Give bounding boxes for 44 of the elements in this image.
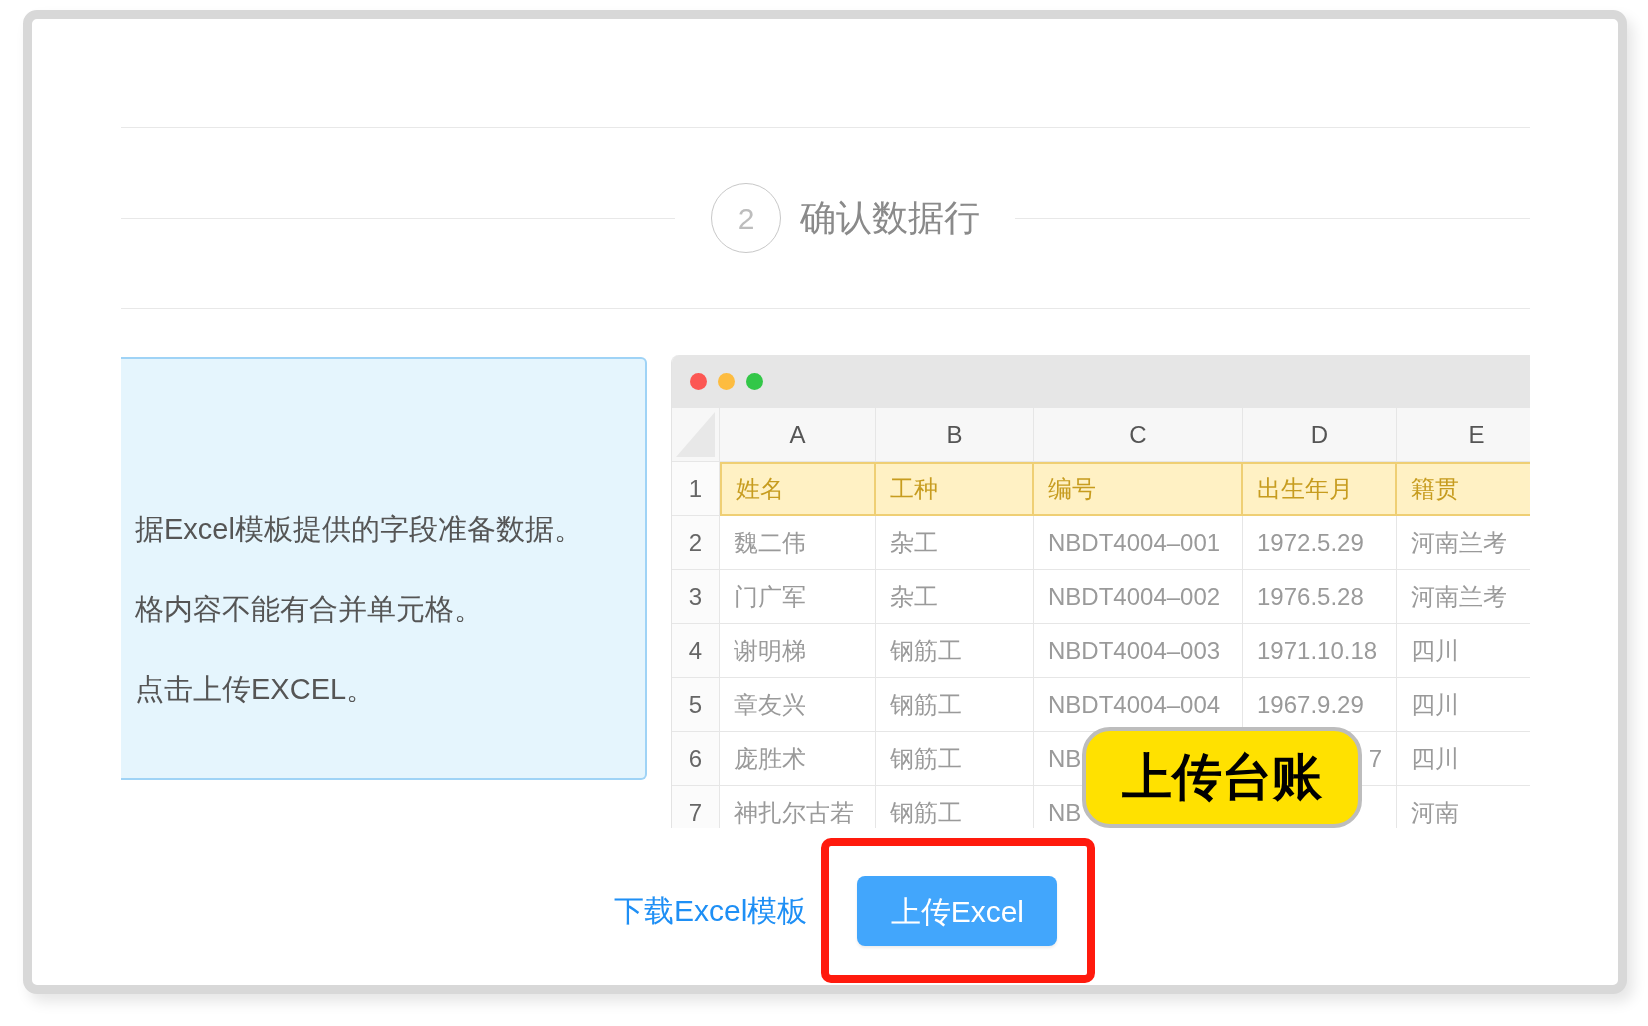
- table-cell: NBDT4004–002: [1034, 570, 1243, 624]
- table-cell: 1971.10.18: [1243, 624, 1397, 678]
- table-cell: 钢筋工: [876, 732, 1034, 786]
- instruction-text: 格内容不能有合并单元格。: [134, 592, 484, 627]
- table-cell: 谢明梯: [720, 624, 876, 678]
- header-cell: 出生年月: [1243, 462, 1397, 516]
- table-cell: 杂工: [876, 516, 1034, 570]
- header-cell: 籍贯: [1397, 462, 1530, 516]
- upload-ledger-callout: 上传台账: [1082, 727, 1362, 828]
- column-header: A: [720, 408, 876, 462]
- header-cell: 姓名: [720, 462, 876, 516]
- header-cell: 工种: [876, 462, 1034, 516]
- table-cell: NBDT4004–001: [1034, 516, 1243, 570]
- table-cell: 魏二伟: [720, 516, 876, 570]
- window-dot-icon: [718, 373, 735, 390]
- row-number: 1: [672, 462, 720, 516]
- row-number: 2: [672, 516, 720, 570]
- table-cell: 1972.5.29: [1243, 516, 1397, 570]
- step-label: 确认数据行: [800, 196, 980, 240]
- table-cell: 1976.5.28: [1243, 570, 1397, 624]
- row-number: 7: [672, 786, 720, 828]
- window-dot-icon: [746, 373, 763, 390]
- table-cell: 钢筋工: [876, 624, 1034, 678]
- column-header: E: [1397, 408, 1530, 462]
- table-cell: NBDT4004–003: [1034, 624, 1243, 678]
- instruction-text: 据Excel模板提供的字段准备数据。: [134, 512, 584, 547]
- row-number: 3: [672, 570, 720, 624]
- window-dot-icon: [690, 373, 707, 390]
- upload-excel-button[interactable]: 上传Excel: [857, 876, 1058, 946]
- row-number: 4: [672, 624, 720, 678]
- table-cell: 庞胜术: [720, 732, 876, 786]
- table-cell: NBDT4004–004: [1034, 678, 1243, 732]
- table-cell: 门广军: [720, 570, 876, 624]
- column-header: B: [876, 408, 1034, 462]
- instruction-text: 点击上传EXCEL。: [134, 672, 377, 707]
- row-number: 6: [672, 732, 720, 786]
- column-header: C: [1034, 408, 1243, 462]
- table-cell: 钢筋工: [876, 678, 1034, 732]
- header-cell: 编号: [1034, 462, 1243, 516]
- download-template-link[interactable]: 下载Excel模板: [614, 890, 808, 931]
- table-cell: 章友兴: [720, 678, 876, 732]
- column-header: D: [1243, 408, 1397, 462]
- table-cell: 杂工: [876, 570, 1034, 624]
- row-number: 5: [672, 678, 720, 732]
